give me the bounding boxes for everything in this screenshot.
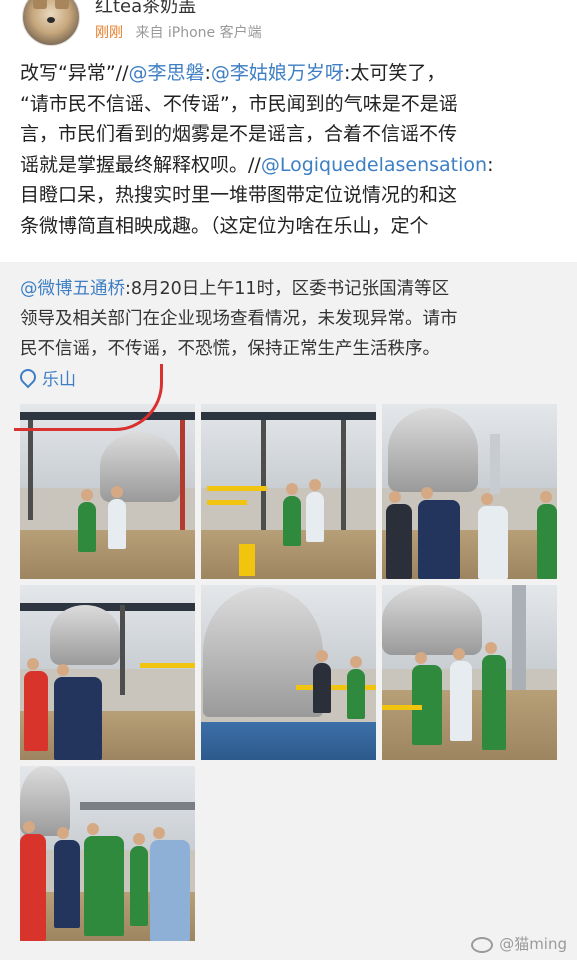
mention-wutongqiao[interactable]: @微博五通桥 <box>20 279 125 299</box>
post-line-6: 条微博简直相映成趣。（这定位为啥在乐山，定个 <box>20 214 429 237</box>
photo-3[interactable] <box>382 404 557 579</box>
post-line-4: 谣就是掌握最终解释权呗。//@Logiquedelasensation: <box>20 153 494 176</box>
username[interactable]: 红tea茶奶盖 <box>95 0 196 18</box>
mention-li-sipan[interactable]: @李思磐 <box>129 62 205 84</box>
post-line-2: “请市民不信谣、不传谣”，市民闻到的气味是不是谣 <box>20 92 458 115</box>
post-meta: 刚刚 来自 iPhone 客户端 <box>95 22 262 42</box>
avatar-ear-right <box>55 0 69 9</box>
photo-4[interactable] <box>20 585 195 760</box>
photo-1[interactable] <box>20 404 195 579</box>
avatar-ear-left <box>33 0 47 9</box>
quote-line-3: 民不信谣，不传谣，不恐慌，保持正常生产生活秩序。 <box>20 339 440 359</box>
quote-line-2: 领导及相关部门在企业现场查看情况，未发现异常。请市 <box>20 309 458 329</box>
post-header: 红tea茶奶盖 刚刚 来自 iPhone 客户端 <box>0 0 577 56</box>
weibo-eye-icon <box>471 936 494 953</box>
post-line-5: 目瞪口呆，热搜实时里一堆带图带定位说情况的和这 <box>20 184 458 206</box>
watermark-text: @猫ming <box>499 935 567 953</box>
post-source[interactable]: 来自 iPhone 客户端 <box>135 25 261 41</box>
photo-7[interactable] <box>20 766 195 941</box>
photo-5[interactable] <box>201 585 376 760</box>
quoted-post[interactable]: @微博五通桥:8月20日上午11时，区委书记张国清等区 领导及相关部门在企业现场… <box>0 262 577 392</box>
mention-logique[interactable]: @Logiquedelasensation <box>261 154 487 176</box>
photo-6[interactable] <box>382 585 557 760</box>
photo-gallery <box>0 392 577 960</box>
post-time: 刚刚 <box>95 25 123 41</box>
post-text: 改写“异常”//@李思磐:@李姑娘万岁呀:太可笑了， “请市民不信谣、不传谣”，… <box>20 58 560 241</box>
post-line-1: 改写“异常”//@李思磐:@李姑娘万岁呀:太可笑了， <box>20 62 446 84</box>
watermark: @猫ming <box>471 933 567 954</box>
mention-li-guniang[interactable]: @李姑娘万岁呀 <box>211 62 344 84</box>
location-pin-icon <box>16 365 40 389</box>
photo-2[interactable] <box>201 404 376 579</box>
avatar-nose <box>47 17 55 23</box>
post-line-3: 言，市民们看到的烟雾是不是谣言，合着不信谣不传 <box>20 123 458 145</box>
avatar[interactable] <box>22 0 80 46</box>
quoted-post-text: @微博五通桥:8月20日上午11时，区委书记张国清等区 领导及相关部门在企业现场… <box>20 274 560 364</box>
location-link[interactable]: 乐山 <box>16 365 76 390</box>
location-label: 乐山 <box>42 370 76 390</box>
quote-line-1: @微博五通桥:8月20日上午11时，区委书记张国清等区 <box>20 279 450 299</box>
